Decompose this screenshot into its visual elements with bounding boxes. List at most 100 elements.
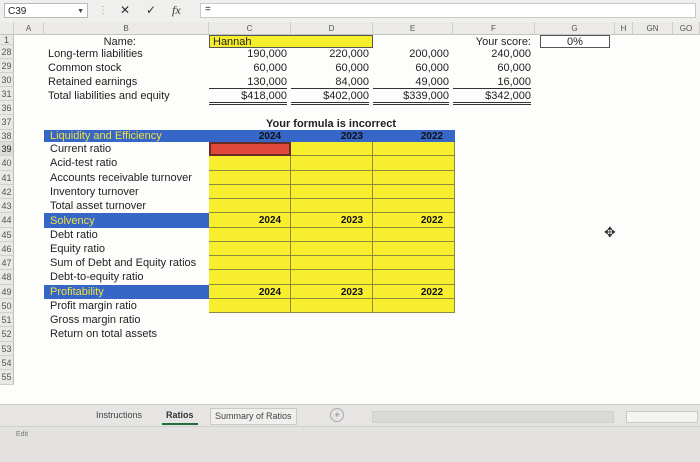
input-cell[interactable] [291,270,373,285]
ratio-label: Sum of Debt and Equity ratios [50,257,197,269]
col-header-go[interactable]: GO [673,22,700,35]
row-header[interactable]: 47 [0,256,14,270]
row-header[interactable]: 48 [0,270,14,285]
chevron-down-icon[interactable]: ▼ [77,4,84,19]
col-header-g[interactable]: G [535,22,615,35]
input-cell[interactable] [291,256,373,270]
select-all-corner[interactable] [0,22,14,35]
input-cell[interactable] [373,185,455,199]
input-cell[interactable] [373,171,455,185]
ratio-label: Gross margin ratio [50,314,141,326]
row-header-selected[interactable]: 39 [0,142,14,156]
section-title-profitability: Profitability [50,286,104,298]
tab-instructions[interactable]: Instructions [92,408,146,423]
input-cell[interactable] [373,142,455,156]
year-header: 2024 [258,215,282,226]
input-cell[interactable] [291,185,373,199]
input-cell[interactable] [291,171,373,185]
status-mode: Edit [16,431,29,438]
row-header[interactable]: 31 [0,87,14,101]
input-cell[interactable] [209,256,291,270]
col-header-b[interactable]: B [44,22,209,35]
ratio-label: Return on total assets [50,328,158,340]
name-box[interactable]: C39 ▼ [4,3,88,18]
col-header-a[interactable]: A [14,22,44,35]
crosshair-cursor-icon: ✥ [604,224,616,240]
row-header[interactable]: 29 [0,59,14,73]
row-header[interactable]: 46 [0,242,14,256]
input-cell[interactable] [291,228,373,242]
input-cell[interactable] [209,242,291,256]
formula-input[interactable]: = [200,3,696,18]
input-cell[interactable] [209,171,291,185]
status-bar: Edit [0,426,700,462]
row-header[interactable]: 55 [0,370,14,385]
input-cell[interactable] [373,156,455,171]
col-header-d[interactable]: D [291,22,373,35]
input-cell[interactable] [373,199,455,213]
balance-c: 60,000 [253,62,287,74]
spreadsheet-grid[interactable]: A B C D E F G H GN GO 1 28 29 30 31 36 3… [0,22,700,410]
input-cell[interactable] [209,185,291,199]
cancel-icon[interactable]: ✕ [120,3,130,18]
tab-summary-of-ratios[interactable]: Summary of Ratios [210,408,297,425]
row-header[interactable]: 45 [0,228,14,242]
year-header: 2024 [258,287,282,298]
row-header[interactable]: 50 [0,299,14,313]
name-input[interactable]: Hannah [209,35,373,48]
confirm-icon[interactable]: ✓ [146,3,156,18]
input-cell[interactable] [373,270,455,285]
scrollbar-thumb[interactable] [626,411,698,423]
input-cell[interactable] [209,299,291,313]
row-header[interactable]: 54 [0,356,14,370]
input-cell[interactable] [209,199,291,213]
year-header: 2022 [420,131,444,142]
name-label: Name: [103,36,136,48]
row-header[interactable]: 41 [0,171,14,185]
input-cell[interactable] [291,142,373,156]
score-value: 0% [540,35,610,48]
add-sheet-icon[interactable]: + [330,408,344,422]
col-header-f[interactable]: F [453,22,535,35]
input-cell[interactable] [291,156,373,171]
input-cell[interactable] [291,242,373,256]
row-header[interactable]: 28 [0,45,14,59]
section-title-liquidity: Liquidity and Efficiency [50,130,162,142]
year-header: 2022 [420,215,444,226]
balance-e: 200,000 [409,48,449,60]
tab-ratios[interactable]: Ratios [162,408,198,425]
row-header[interactable]: 36 [0,101,14,115]
col-header-h[interactable]: H [615,22,633,35]
fx-icon[interactable]: fx [172,3,181,18]
row-header[interactable]: 51 [0,313,14,327]
balance-label: Long-term liabilities [48,48,143,60]
input-cell[interactable] [209,270,291,285]
row-header[interactable]: 42 [0,185,14,199]
row-header[interactable]: 52 [0,327,14,342]
balance-label: Total liabilities and equity [48,90,170,102]
input-cell[interactable] [291,199,373,213]
row-header[interactable]: 53 [0,342,14,356]
horizontal-scrollbar[interactable] [372,411,614,423]
year-header: 2022 [420,287,444,298]
row-header[interactable]: 30 [0,73,14,87]
input-cell[interactable] [373,299,455,313]
balance-f: $342,000 [453,90,531,105]
input-cell[interactable] [373,242,455,256]
row-header[interactable]: 38 [0,130,14,142]
col-header-c[interactable]: C [209,22,291,35]
row-header[interactable]: 37 [0,115,14,130]
col-header-gn[interactable]: GN [633,22,673,35]
active-cell-c39[interactable] [209,142,291,156]
input-cell[interactable] [373,228,455,242]
row-header[interactable]: 43 [0,199,14,213]
input-cell[interactable] [291,299,373,313]
row-header[interactable]: 40 [0,156,14,171]
input-cell[interactable] [373,256,455,270]
col-header-e[interactable]: E [373,22,453,35]
input-cell[interactable] [209,228,291,242]
input-cell[interactable] [209,156,291,171]
row-header[interactable]: 49 [0,285,14,299]
row-header[interactable]: 44 [0,213,14,228]
row-header[interactable]: 1 [0,35,14,45]
